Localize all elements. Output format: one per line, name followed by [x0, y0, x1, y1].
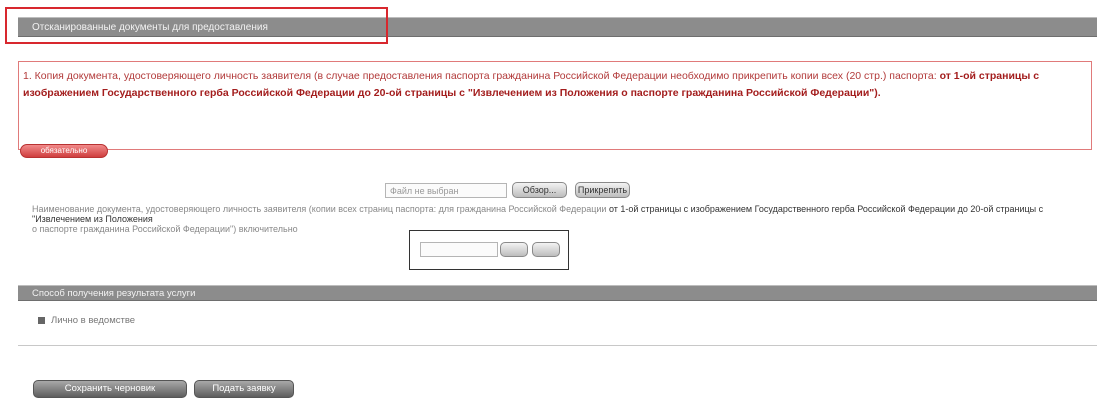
section-title-2: Способ получения результата услуги — [32, 288, 196, 299]
file-input-2[interactable] — [420, 242, 498, 257]
file-input-1[interactable]: Файл не выбран — [385, 183, 507, 198]
section-header-delivery: Способ получения результата услуги — [18, 285, 1097, 301]
desc-text-2: о паспорте гражданина Российской Федерац… — [32, 224, 298, 234]
document-requirement-notice: 1. Копия документа, удостоверяющего личн… — [18, 61, 1092, 150]
delivery-option-label: Лично в ведомстве — [51, 315, 136, 326]
save-draft-button[interactable]: Сохранить черновик — [33, 380, 187, 398]
section-header-documents: Отсканированные документы для предоставл… — [5, 7, 1097, 44]
delivery-option[interactable]: Лично в ведомстве — [38, 315, 135, 326]
upload-group-2 — [409, 230, 569, 270]
browse-button-2[interactable] — [500, 242, 528, 257]
browse-button-1[interactable]: Обзор... — [512, 182, 567, 198]
notice-text: 1. Копия документа, удостоверяющего личн… — [23, 70, 937, 82]
attach-button-2[interactable] — [532, 242, 560, 257]
attach-button-1[interactable]: Прикрепить — [575, 182, 630, 198]
divider — [18, 345, 1097, 346]
required-badge: обязательно — [20, 144, 108, 158]
checkbox-icon[interactable] — [38, 317, 45, 324]
submit-button[interactable]: Подать заявку — [194, 380, 294, 398]
desc-text: Наименование документа, удостоверяющего … — [32, 204, 607, 214]
highlight-frame — [5, 7, 388, 44]
